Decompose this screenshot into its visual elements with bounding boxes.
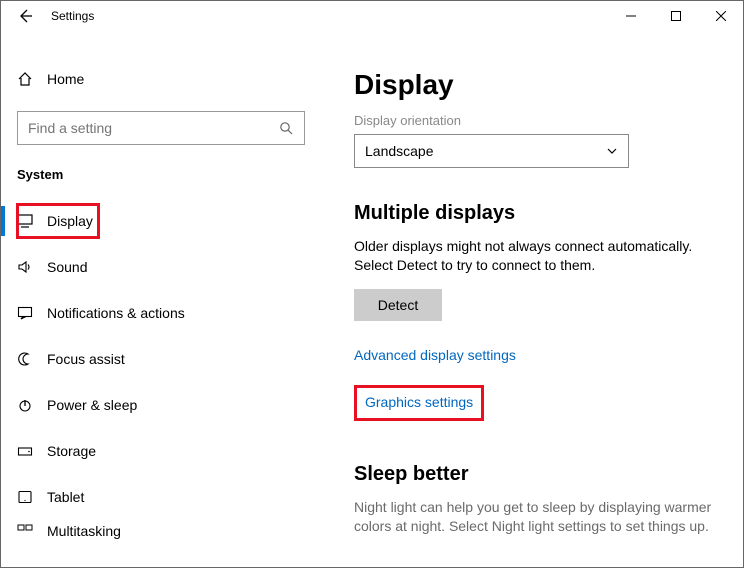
home-icon: [17, 71, 47, 87]
search-icon: [278, 121, 294, 135]
sidebar-item-label: Focus assist: [47, 351, 125, 367]
focus-assist-icon: [17, 352, 47, 366]
advanced-display-link[interactable]: Advanced display settings: [354, 347, 516, 363]
minimize-button[interactable]: [608, 1, 653, 31]
sidebar-item-label: Tablet: [47, 489, 84, 505]
sidebar-item-label: Power & sleep: [47, 397, 137, 413]
home-label: Home: [47, 71, 84, 87]
sidebar-item-multitasking[interactable]: Multitasking: [1, 520, 321, 542]
orientation-select[interactable]: Landscape: [354, 134, 629, 168]
close-button[interactable]: [698, 1, 743, 31]
sound-icon: [17, 260, 47, 274]
display-icon: [17, 214, 47, 228]
sleep-better-header: Sleep better: [354, 463, 723, 486]
sidebar-item-sound[interactable]: Sound: [1, 244, 321, 290]
detect-button[interactable]: Detect: [354, 289, 442, 321]
sidebar-item-label: Display: [47, 213, 93, 229]
sidebar-item-notifications[interactable]: Notifications & actions: [1, 290, 321, 336]
multitasking-icon: [17, 524, 47, 538]
content-pane: Display Display orientation Landscape Mu…: [321, 31, 743, 567]
page-title: Display: [354, 69, 723, 101]
sidebar-item-display[interactable]: Display: [1, 198, 321, 244]
orientation-value: Landscape: [365, 143, 434, 159]
nav-group-header: System: [1, 145, 321, 188]
graphics-settings-link[interactable]: Graphics settings: [365, 394, 473, 410]
search-input[interactable]: [17, 111, 305, 145]
window-title: Settings: [51, 9, 94, 23]
sidebar-item-label: Notifications & actions: [47, 305, 185, 321]
sidebar-item-power-sleep[interactable]: Power & sleep: [1, 382, 321, 428]
home-nav[interactable]: Home: [1, 59, 321, 99]
nav-list: Display Sound Notifications & actions: [1, 198, 321, 567]
sidebar-item-label: Multitasking: [47, 523, 121, 539]
orientation-label: Display orientation: [354, 113, 723, 128]
multiple-displays-header: Multiple displays: [354, 202, 723, 225]
search-field[interactable]: [28, 120, 278, 136]
maximize-button[interactable]: [653, 1, 698, 31]
sidebar-item-storage[interactable]: Storage: [1, 428, 321, 474]
sidebar: Home System Display: [1, 31, 321, 567]
chevron-down-icon: [606, 145, 618, 157]
multiple-displays-body: Older displays might not always connect …: [354, 237, 714, 275]
sidebar-item-label: Storage: [47, 443, 96, 459]
sidebar-item-tablet[interactable]: Tablet: [1, 474, 321, 520]
power-icon: [17, 398, 47, 412]
storage-icon: [17, 444, 47, 458]
sidebar-item-label: Sound: [47, 259, 87, 275]
tablet-icon: [17, 490, 47, 504]
sleep-better-body: Night light can help you get to sleep by…: [354, 498, 714, 536]
notifications-icon: [17, 306, 47, 320]
back-button[interactable]: [15, 6, 35, 26]
sidebar-item-focus-assist[interactable]: Focus assist: [1, 336, 321, 382]
